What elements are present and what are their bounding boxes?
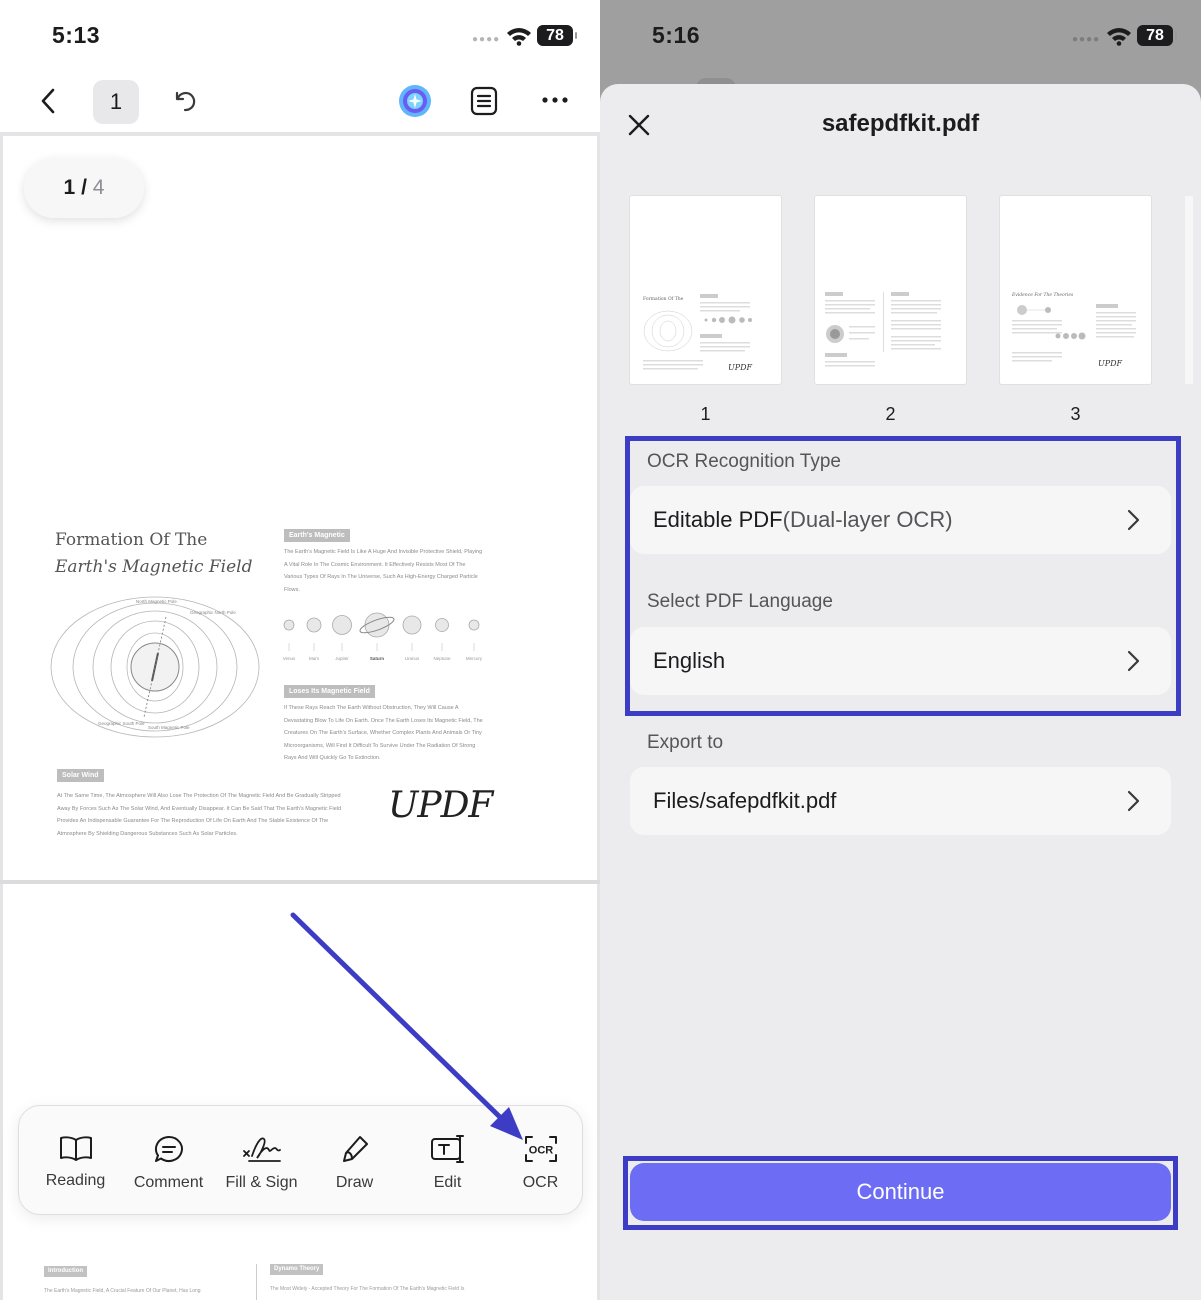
dynamo-text: The Most Widely - Accepted Theory For Th…	[270, 1286, 465, 1292]
thumb-title: Formation Of The	[643, 296, 684, 302]
updf-signature: UPDF	[388, 785, 493, 826]
doc-title-line2: Earth's Magnetic Field	[55, 557, 253, 577]
tool-label: Edit	[433, 1174, 462, 1191]
wifi-icon	[507, 28, 531, 46]
tool-comment[interactable]: Comment	[122, 1134, 215, 1192]
sheet-title: safepdfkit.pdf	[821, 110, 980, 137]
ai-assistant-icon	[399, 85, 431, 117]
undo-icon	[175, 91, 196, 112]
pdf-reader-screen: 5:13 ●●●● 78 1 1 / 4 Formation Of The Ea…	[0, 0, 600, 1300]
battery-indicator: 78	[537, 25, 577, 46]
planet-label: Mercury	[466, 656, 483, 661]
battery-indicator: 78	[1137, 25, 1177, 46]
planet-label: Mars	[309, 656, 320, 661]
export-value: Files/safepdfkit.pdf	[653, 788, 837, 813]
wifi-icon	[1107, 28, 1131, 46]
more-options-button[interactable]	[538, 90, 572, 110]
book-icon	[59, 1136, 92, 1161]
tool-fill-sign[interactable]: Fill & Sign	[215, 1134, 308, 1192]
cellular-signal-icon: ●●●●	[1072, 34, 1101, 45]
thumb-signature: UPDF	[1098, 359, 1123, 368]
page-thumbnail-1[interactable]: Formation Of The UPDF	[630, 196, 781, 384]
section-tag-earth: Earth's Magnetic	[284, 529, 350, 542]
cellular-signal-icon: ●●●●	[472, 34, 501, 45]
undo-button[interactable]	[170, 86, 200, 116]
page-indicator: 1 / 4	[24, 158, 144, 218]
highlight-box-continue	[623, 1156, 1178, 1230]
thumbnail-number: 1	[700, 404, 711, 424]
thumbnail-number: 3	[1070, 404, 1081, 424]
tool-label: Fill & Sign	[225, 1174, 298, 1191]
thumbnail-preview	[825, 292, 941, 367]
section-tag-loses: Loses Its Magnetic Field	[284, 685, 375, 698]
ocr-icon: OCR	[524, 1136, 557, 1162]
tool-label: OCR	[522, 1174, 559, 1191]
section-tag-solar: Solar Wind	[57, 769, 104, 782]
page-separator	[0, 880, 600, 884]
ai-assistant-button[interactable]	[396, 83, 434, 119]
section-tag-dynamo: Dynamo Theory	[270, 1264, 324, 1275]
status-bar: 5:13 ●●●● 78	[0, 0, 600, 70]
north-pole-label: North Magnetic Pole	[136, 599, 177, 604]
export-label: Export to	[647, 732, 724, 753]
list-document-icon	[470, 86, 498, 116]
page-border-left	[0, 132, 3, 1300]
text-edit-icon	[430, 1135, 464, 1163]
ocr-icon-glyph: OCR	[528, 1145, 553, 1157]
thumbnail-number: 2	[885, 404, 896, 424]
page-indicator-total: 4	[92, 176, 105, 199]
ocr-settings-screen: 5:16 ●●●● 78 safepdfkit.pdf Formation Of…	[600, 0, 1201, 1300]
section-tag-intro: Introduction	[44, 1266, 87, 1277]
page-thumbnail-3[interactable]: Evidence For The Theories UPDF	[1000, 196, 1151, 384]
south-pole-label: South Magnetic Pole	[148, 725, 190, 730]
planets-diagram: Venus Mars Jupiter Saturn Uranus Neptune…	[283, 612, 483, 661]
comment-icon	[154, 1135, 183, 1162]
tool-label: Reading	[45, 1172, 106, 1189]
thumbnail-preview: Formation Of The UPDF	[643, 294, 753, 372]
planet-label: Neptune	[433, 656, 451, 661]
tool-reading[interactable]: Reading	[29, 1134, 122, 1190]
magnetic-field-diagram: North Magnetic Pole Geographic North Pol…	[50, 596, 260, 738]
planet-label: Venus	[283, 656, 296, 661]
loses-text: If These Rays Reach The Earth Without Ob…	[284, 705, 483, 761]
planet-label: Jupiter	[335, 656, 349, 661]
planet-label: Saturn	[370, 656, 385, 661]
planet-label: Uranus	[405, 656, 420, 661]
export-selector[interactable]: Files/safepdfkit.pdf	[630, 767, 1171, 835]
page-thumbnail-2[interactable]	[815, 196, 966, 384]
thumb-title: Evidence For The Theories	[1011, 292, 1074, 298]
toolbar-divider	[0, 132, 600, 136]
tool-edit[interactable]: Edit	[401, 1134, 494, 1192]
column-divider	[256, 1264, 257, 1300]
highlight-box-ocr-options	[625, 436, 1181, 716]
pen-icon	[342, 1136, 368, 1162]
page-indicator-separator: /	[75, 176, 93, 199]
back-button[interactable]	[34, 86, 62, 116]
more-horizontal-icon	[542, 97, 568, 103]
doc-title-line1: Formation Of The	[55, 530, 208, 550]
earth-text: The Earth's Magnetic Field Is Like A Hug…	[284, 549, 483, 593]
tool-draw[interactable]: Draw	[308, 1134, 401, 1192]
tool-label: Comment	[133, 1174, 204, 1191]
status-bar: 5:16 ●●●● 78	[600, 0, 1200, 70]
status-time: 5:16	[652, 22, 701, 48]
geo-north-label: Geographic North Pole	[190, 610, 236, 615]
outline-button[interactable]	[468, 85, 500, 117]
chevron-right-icon	[1127, 790, 1140, 812]
bottom-toolbar: Reading Comment Fill & Sign Draw Edit OC…	[18, 1105, 583, 1215]
chevron-left-icon	[41, 88, 55, 114]
thumb-signature: UPDF	[728, 363, 753, 372]
page-number-button[interactable]: 1	[93, 80, 139, 124]
geo-south-label: Geographic South Pole	[98, 721, 145, 726]
thumbnail-preview: Evidence For The Theories UPDF	[1011, 292, 1136, 368]
solar-text: At The Same Time, The Atmosphere Will Al…	[57, 793, 342, 837]
page-thumbnail-4-peek[interactable]	[1185, 196, 1193, 384]
tool-ocr[interactable]: OCR OCR	[494, 1134, 587, 1192]
page-indicator-current: 1	[63, 176, 76, 199]
intro-text: The Earth's Magnetic Field, A Crucial Fe…	[44, 1288, 201, 1294]
tool-label: Draw	[335, 1174, 374, 1191]
signature-icon	[242, 1137, 281, 1162]
status-time: 5:13	[52, 22, 101, 48]
